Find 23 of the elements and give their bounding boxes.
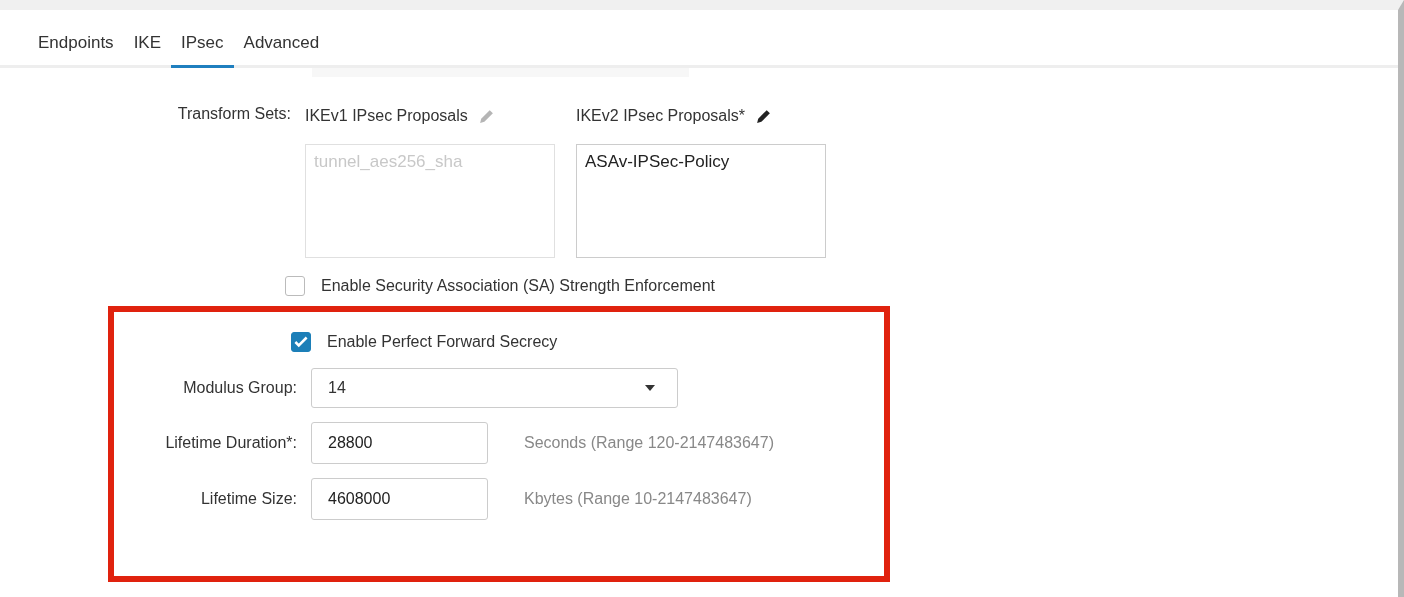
proposals-list[interactable]: ASAv-IPSec-Policy xyxy=(576,144,826,258)
caret-icon xyxy=(645,385,655,391)
checkbox[interactable] xyxy=(285,276,305,296)
tab[interactable]: IKE xyxy=(123,33,172,68)
tab[interactable]: Advanced xyxy=(233,33,330,68)
checkbox[interactable] xyxy=(291,332,311,352)
field-label: Transform Sets: xyxy=(176,105,292,123)
input-field[interactable]: 28800 xyxy=(311,422,488,464)
checkbox-label: Enable Perfect Forward Secrecy xyxy=(327,333,558,351)
checkbox-label: Enable Security Association (SA) Strength Enforcement xyxy=(321,277,715,295)
pencil-icon[interactable] xyxy=(754,107,772,125)
range-hint: Kbytes (Range 10-2147483647) xyxy=(524,490,752,508)
field-label: Lifetime Size: xyxy=(199,490,298,508)
field-label: Lifetime Duration*: xyxy=(164,434,298,452)
proposals-label: IKEv2 IPsec Proposals* xyxy=(576,107,745,125)
modulus-group-dropdown[interactable]: 14 xyxy=(311,368,678,408)
tab[interactable]: Endpoints xyxy=(28,33,124,68)
field-label: Modulus Group: xyxy=(182,379,298,397)
list-item[interactable]: ASAv-IPSec-Policy xyxy=(585,152,817,172)
input-field[interactable]: 4608000 xyxy=(311,478,488,520)
tab[interactable]: IPsec xyxy=(171,33,234,68)
proposals-label: IKEv1 IPsec Proposals xyxy=(305,107,468,125)
range-hint: Seconds (Range 120-2147483647) xyxy=(524,434,774,452)
